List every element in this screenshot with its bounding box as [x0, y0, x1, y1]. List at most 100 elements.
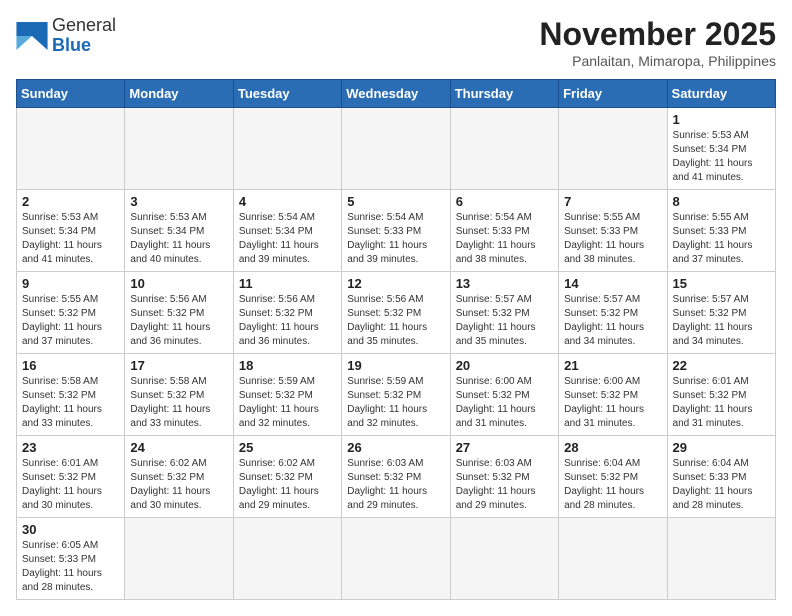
- calendar-cell: [342, 108, 450, 190]
- calendar-cell: [450, 518, 558, 600]
- day-info: Sunrise: 6:00 AM Sunset: 5:32 PM Dayligh…: [456, 375, 553, 431]
- day-number: 18: [239, 358, 336, 373]
- day-info: Sunrise: 5:54 AM Sunset: 5:34 PM Dayligh…: [239, 211, 336, 267]
- day-number: 4: [239, 194, 336, 209]
- day-info: Sunrise: 5:57 AM Sunset: 5:32 PM Dayligh…: [673, 293, 770, 349]
- day-info: Sunrise: 6:05 AM Sunset: 5:33 PM Dayligh…: [22, 539, 119, 595]
- calendar-cell: 13 Sunrise: 5:57 AM Sunset: 5:32 PM Dayli…: [450, 272, 558, 354]
- location: Panlaitan, Mimaropa, Philippines: [539, 53, 776, 69]
- calendar-row: 23Sunrise: 6:01 AM Sunset: 5:32 PM Dayli…: [17, 436, 776, 518]
- calendar-cell: 12Sunrise: 5:56 AM Sunset: 5:32 PM Dayli…: [342, 272, 450, 354]
- calendar-cell: 14 Sunrise: 5:57 AM Sunset: 5:32 PM Dayli…: [559, 272, 667, 354]
- day-info: Sunrise: 6:04 AM Sunset: 5:33 PM Dayligh…: [673, 457, 770, 513]
- day-number: 14: [564, 276, 661, 291]
- weekday-header: Thursday: [450, 80, 558, 108]
- day-number: 19: [347, 358, 444, 373]
- calendar-cell: [125, 518, 233, 600]
- logo-icon: [16, 22, 48, 50]
- day-number: 11: [239, 276, 336, 291]
- calendar-cell: [559, 108, 667, 190]
- day-number: 16: [22, 358, 119, 373]
- day-info: Sunrise: 6:01 AM Sunset: 5:32 PM Dayligh…: [22, 457, 119, 513]
- calendar-cell: [125, 108, 233, 190]
- day-number: 25: [239, 440, 336, 455]
- day-number: 30: [22, 522, 119, 537]
- page-header: General Blue November 2025 Panlaitan, Mi…: [16, 16, 776, 69]
- day-number: 2: [22, 194, 119, 209]
- day-number: 3: [130, 194, 227, 209]
- calendar-row: 16 Sunrise: 5:58 AM Sunset: 5:32 PM Dayli…: [17, 354, 776, 436]
- calendar-cell: 22Sunrise: 6:01 AM Sunset: 5:32 PM Dayli…: [667, 354, 775, 436]
- calendar-cell: 21Sunrise: 6:00 AM Sunset: 5:32 PM Dayli…: [559, 354, 667, 436]
- title-block: November 2025 Panlaitan, Mimaropa, Phili…: [539, 16, 776, 69]
- day-info: Sunrise: 6:02 AM Sunset: 5:32 PM Dayligh…: [130, 457, 227, 513]
- day-info: Sunrise: 5:56 AM Sunset: 5:32 PM Dayligh…: [239, 293, 336, 349]
- day-number: 7: [564, 194, 661, 209]
- weekday-header: Wednesday: [342, 80, 450, 108]
- weekday-header: Sunday: [17, 80, 125, 108]
- calendar-cell: 26Sunrise: 6:03 AM Sunset: 5:32 PM Dayli…: [342, 436, 450, 518]
- weekday-header-row: SundayMondayTuesdayWednesdayThursdayFrid…: [17, 80, 776, 108]
- calendar-cell: [233, 108, 341, 190]
- calendar-cell: 1Sunrise: 5:53 AM Sunset: 5:34 PM Daylig…: [667, 108, 775, 190]
- calendar-row: 2 Sunrise: 5:53 AM Sunset: 5:34 PM Daylig…: [17, 190, 776, 272]
- calendar-cell: 17 Sunrise: 5:58 AM Sunset: 5:32 PM Dayli…: [125, 354, 233, 436]
- day-info: Sunrise: 6:03 AM Sunset: 5:32 PM Dayligh…: [456, 457, 553, 513]
- day-info: Sunrise: 6:00 AM Sunset: 5:32 PM Dayligh…: [564, 375, 661, 431]
- logo: General Blue: [16, 16, 116, 56]
- calendar-cell: 28 Sunrise: 6:04 AM Sunset: 5:32 PM Dayli…: [559, 436, 667, 518]
- day-info: Sunrise: 5:55 AM Sunset: 5:33 PM Dayligh…: [673, 211, 770, 267]
- calendar-cell: 2 Sunrise: 5:53 AM Sunset: 5:34 PM Daylig…: [17, 190, 125, 272]
- day-info: Sunrise: 5:54 AM Sunset: 5:33 PM Dayligh…: [456, 211, 553, 267]
- calendar-cell: 9Sunrise: 5:55 AM Sunset: 5:32 PM Daylig…: [17, 272, 125, 354]
- day-info: Sunrise: 5:55 AM Sunset: 5:32 PM Dayligh…: [22, 293, 119, 349]
- day-info: Sunrise: 5:53 AM Sunset: 5:34 PM Dayligh…: [130, 211, 227, 267]
- day-number: 10: [130, 276, 227, 291]
- calendar-row: 1Sunrise: 5:53 AM Sunset: 5:34 PM Daylig…: [17, 108, 776, 190]
- day-info: Sunrise: 5:53 AM Sunset: 5:34 PM Dayligh…: [22, 211, 119, 267]
- day-number: 12: [347, 276, 444, 291]
- weekday-header: Saturday: [667, 80, 775, 108]
- calendar-cell: 3 Sunrise: 5:53 AM Sunset: 5:34 PM Daylig…: [125, 190, 233, 272]
- month-title: November 2025: [539, 16, 776, 53]
- calendar-cell: 25 Sunrise: 6:02 AM Sunset: 5:32 PM Dayli…: [233, 436, 341, 518]
- day-number: 8: [673, 194, 770, 209]
- day-number: 29: [673, 440, 770, 455]
- weekday-header: Tuesday: [233, 80, 341, 108]
- day-info: Sunrise: 6:04 AM Sunset: 5:32 PM Dayligh…: [564, 457, 661, 513]
- day-number: 15: [673, 276, 770, 291]
- calendar-cell: 23Sunrise: 6:01 AM Sunset: 5:32 PM Dayli…: [17, 436, 125, 518]
- calendar-cell: 18 Sunrise: 5:59 AM Sunset: 5:32 PM Dayli…: [233, 354, 341, 436]
- day-info: Sunrise: 5:57 AM Sunset: 5:32 PM Dayligh…: [564, 293, 661, 349]
- day-number: 13: [456, 276, 553, 291]
- day-info: Sunrise: 5:59 AM Sunset: 5:32 PM Dayligh…: [239, 375, 336, 431]
- day-number: 17: [130, 358, 227, 373]
- day-info: Sunrise: 6:01 AM Sunset: 5:32 PM Dayligh…: [673, 375, 770, 431]
- day-info: Sunrise: 5:58 AM Sunset: 5:32 PM Dayligh…: [130, 375, 227, 431]
- day-number: 6: [456, 194, 553, 209]
- calendar-cell: 4 Sunrise: 5:54 AM Sunset: 5:34 PM Daylig…: [233, 190, 341, 272]
- calendar-cell: 29 Sunrise: 6:04 AM Sunset: 5:33 PM Dayli…: [667, 436, 775, 518]
- day-number: 24: [130, 440, 227, 455]
- calendar-row: 9Sunrise: 5:55 AM Sunset: 5:32 PM Daylig…: [17, 272, 776, 354]
- day-info: Sunrise: 5:57 AM Sunset: 5:32 PM Dayligh…: [456, 293, 553, 349]
- calendar-cell: 15 Sunrise: 5:57 AM Sunset: 5:32 PM Dayli…: [667, 272, 775, 354]
- day-info: Sunrise: 5:58 AM Sunset: 5:32 PM Dayligh…: [22, 375, 119, 431]
- calendar-cell: 24 Sunrise: 6:02 AM Sunset: 5:32 PM Dayli…: [125, 436, 233, 518]
- day-number: 1: [673, 112, 770, 127]
- day-number: 28: [564, 440, 661, 455]
- calendar-cell: 19 Sunrise: 5:59 AM Sunset: 5:32 PM Dayli…: [342, 354, 450, 436]
- day-info: Sunrise: 6:02 AM Sunset: 5:32 PM Dayligh…: [239, 457, 336, 513]
- calendar-cell: 16 Sunrise: 5:58 AM Sunset: 5:32 PM Dayli…: [17, 354, 125, 436]
- calendar-cell: 30 Sunrise: 6:05 AM Sunset: 5:33 PM Dayli…: [17, 518, 125, 600]
- calendar-cell: [559, 518, 667, 600]
- calendar-cell: 10 Sunrise: 5:56 AM Sunset: 5:32 PM Dayli…: [125, 272, 233, 354]
- logo-text: General Blue: [52, 16, 116, 56]
- calendar-cell: [342, 518, 450, 600]
- day-info: Sunrise: 5:56 AM Sunset: 5:32 PM Dayligh…: [130, 293, 227, 349]
- weekday-header: Monday: [125, 80, 233, 108]
- calendar-cell: 8 Sunrise: 5:55 AM Sunset: 5:33 PM Daylig…: [667, 190, 775, 272]
- weekday-header: Friday: [559, 80, 667, 108]
- day-info: Sunrise: 5:59 AM Sunset: 5:32 PM Dayligh…: [347, 375, 444, 431]
- day-number: 5: [347, 194, 444, 209]
